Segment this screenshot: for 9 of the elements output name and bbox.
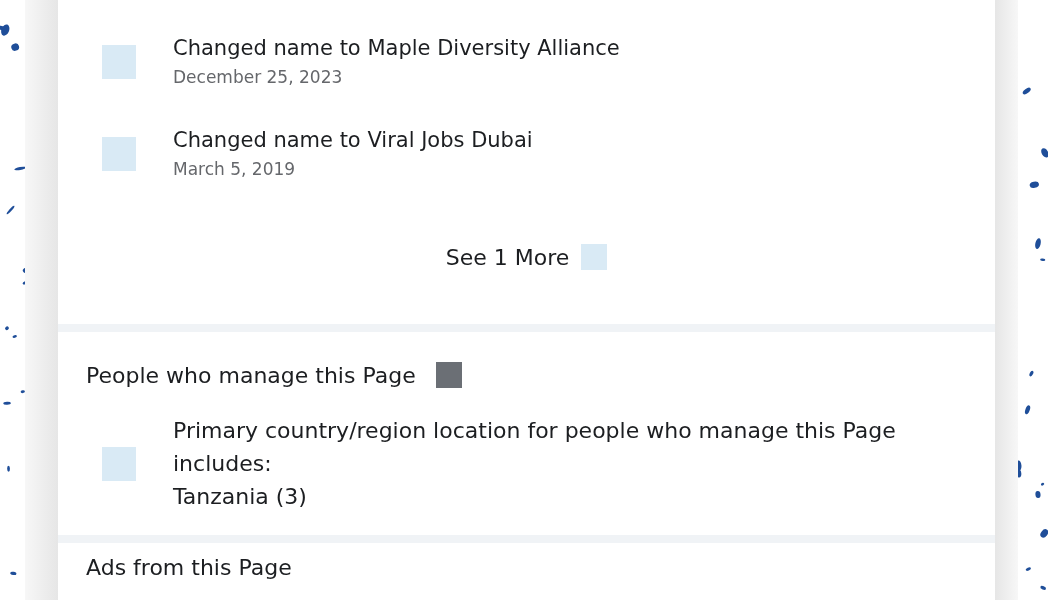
section-heading: People who manage this Page (86, 362, 416, 388)
history-date: March 5, 2019 (173, 158, 297, 181)
see-more-button[interactable]: See 1 More (439, 238, 614, 276)
history-date: December 25, 2023 (173, 66, 344, 89)
section-heading: Ads from this Page (86, 555, 292, 580)
history-title: Changed name to Maple Diversity Alliance (173, 35, 620, 62)
history-title: Changed name to Viral Jobs Dubai (173, 127, 533, 154)
location-description: Primary country/region location for people who manage this Page includes: (173, 417, 897, 478)
country-text: Tanzania (3) (173, 483, 308, 511)
